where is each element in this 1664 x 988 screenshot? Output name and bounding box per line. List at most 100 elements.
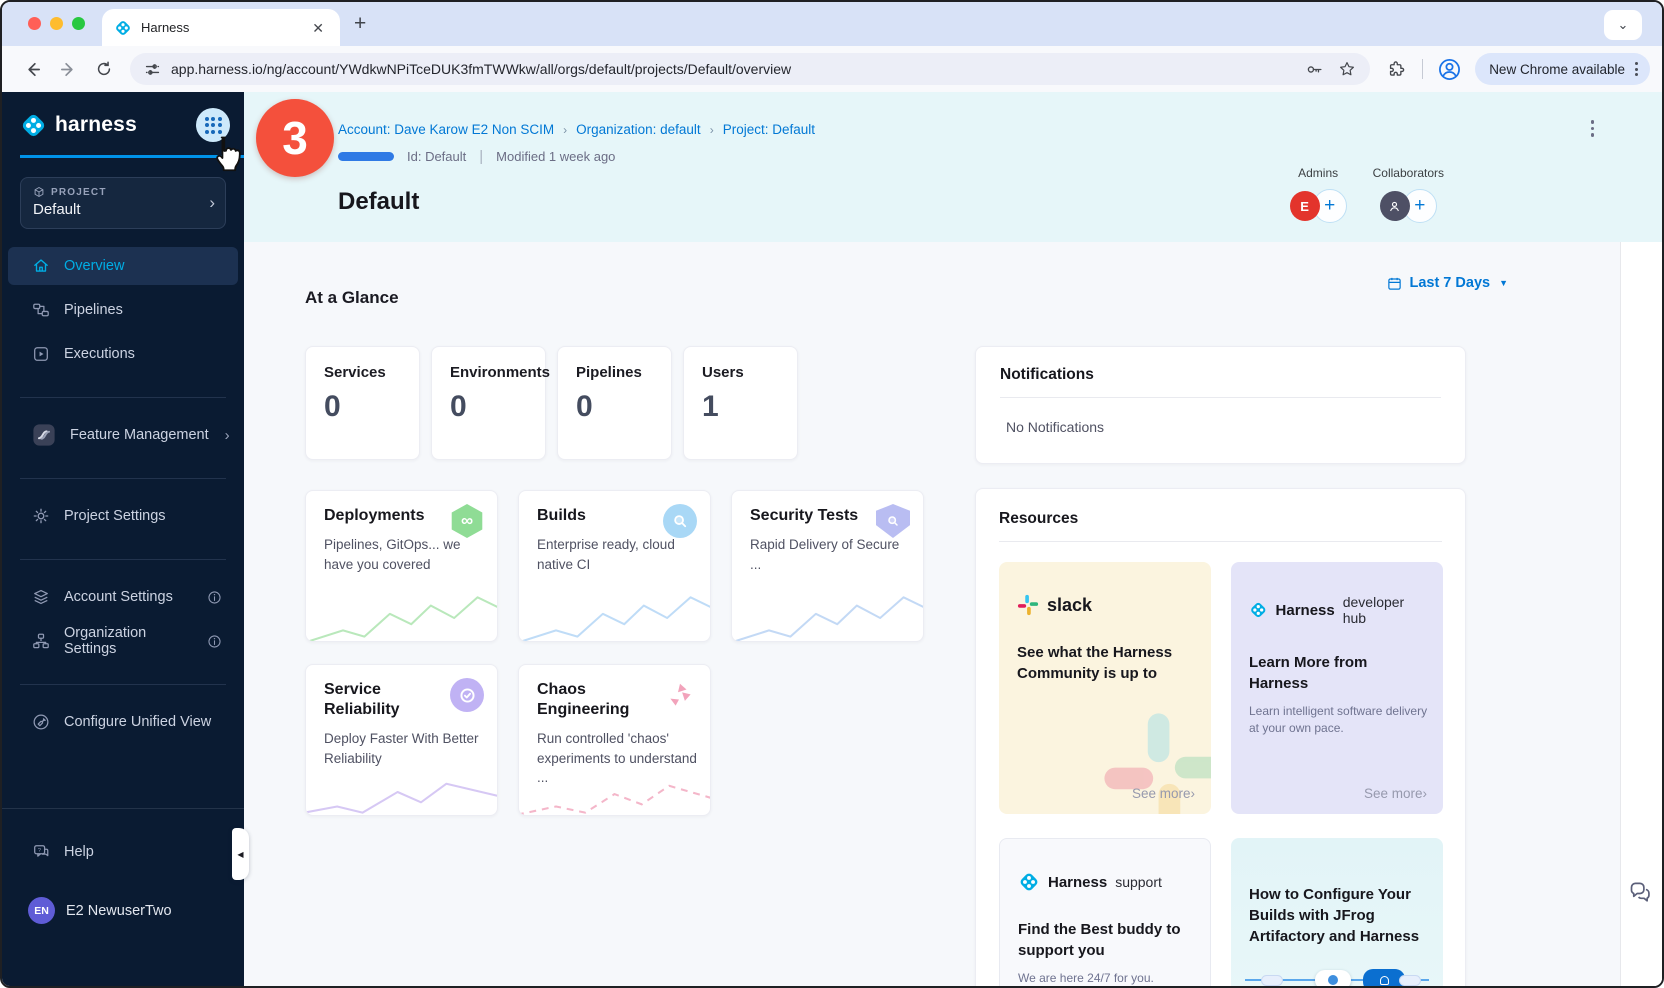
configure-wrench-icon: [32, 713, 50, 731]
breadcrumb-separator-icon: ›: [554, 123, 576, 137]
resource-card-jfrog-tutorial[interactable]: How to Configure Your Builds with JFrog …: [1231, 838, 1443, 986]
sidebar-user[interactable]: EN E2 NewuserTwo: [2, 897, 244, 924]
module-card-builds[interactable]: Builds Enterprise ready, cloud native CI: [518, 490, 711, 642]
module-card-deployments[interactable]: Deployments ∞ Pipelines, GitOps... we ha…: [305, 490, 498, 642]
close-window-button[interactable]: [28, 17, 41, 30]
brand-suffix: support: [1115, 874, 1162, 890]
new-tab-button[interactable]: +: [354, 12, 366, 36]
resource-card-developer-hub[interactable]: Harness developer hub Learn More from Ha…: [1231, 562, 1443, 814]
see-more-link[interactable]: See more›: [1364, 786, 1427, 801]
date-range-filter[interactable]: Last 7 Days ▼: [1387, 275, 1508, 291]
brand-name: Harness: [1048, 874, 1107, 891]
stat-label: Environments: [450, 364, 527, 381]
sidebar-item-configure-unified-view[interactable]: Configure Unified View: [2, 703, 244, 741]
chaos-engineering-icon: [663, 678, 697, 712]
chat-help-icon[interactable]: [1627, 880, 1654, 912]
sidebar-item-label: Configure Unified View: [64, 714, 211, 730]
divider: [999, 541, 1442, 542]
sidebar-item-project-settings[interactable]: Project Settings: [2, 497, 244, 535]
address-bar[interactable]: app.harness.io/ng/account/YWdkwNPiTceDUK…: [130, 53, 1370, 85]
resource-card-harness-support[interactable]: Harness support Find the Best buddy to s…: [999, 838, 1211, 986]
slack-logo-icon: [1017, 594, 1039, 616]
project-selector-label-row: PROJECT: [33, 186, 199, 198]
stat-card-users: Users 1: [683, 346, 798, 460]
breadcrumb-organization-link[interactable]: Organization: default: [576, 122, 701, 137]
chrome-menu-kebab-icon[interactable]: [1633, 60, 1640, 78]
trend-squiggle: [518, 587, 711, 642]
sidebar-item-feature-management[interactable]: Feature Management ›: [2, 416, 244, 454]
maximize-window-button[interactable]: [72, 17, 85, 30]
pipeline-diagram: [1245, 966, 1429, 986]
see-more-link[interactable]: See more›: [1132, 786, 1195, 801]
macos-traffic-lights: [28, 17, 85, 30]
sidebar-item-organization-settings[interactable]: Organization Settings: [2, 622, 244, 660]
trend-squiggle: [305, 587, 498, 642]
toolbar-right-cluster: New Chrome available: [1378, 51, 1650, 87]
breadcrumb-project-link[interactable]: Project: Default: [723, 122, 815, 137]
harness-favicon: [114, 19, 132, 37]
trend-squiggle: [731, 587, 924, 642]
calendar-icon: [1387, 276, 1402, 291]
browser-tab[interactable]: Harness ✕: [102, 9, 340, 46]
notifications-empty-text: No Notifications: [1000, 419, 1441, 435]
chevron-right-icon: ›: [225, 427, 230, 444]
date-range-label: Last 7 Days: [1409, 275, 1490, 291]
module-card-service-reliability[interactable]: Service Reliability Deploy Faster With B…: [305, 664, 498, 816]
info-icon[interactable]: [207, 590, 222, 605]
forward-button[interactable]: [50, 51, 86, 87]
extensions-puzzle-icon[interactable]: [1378, 51, 1414, 87]
sidebar-item-executions[interactable]: Executions: [8, 335, 238, 373]
sidebar-item-account-settings[interactable]: Account Settings: [2, 578, 244, 616]
resource-heading: Learn More from Harness: [1249, 652, 1399, 694]
project-people: Admins E + Collaborators +: [1290, 166, 1444, 223]
person-icon: [1387, 199, 1402, 214]
resource-card-slack[interactable]: slack See what the Harness Community is …: [999, 562, 1211, 814]
brand-suffix: developer hub: [1343, 594, 1425, 626]
sidebar-divider: [20, 478, 226, 479]
tab-search-chevron-icon[interactable]: ⌄: [1604, 10, 1642, 40]
tab-close-icon[interactable]: ✕: [308, 19, 328, 37]
collaborators-label: Collaborators: [1373, 166, 1444, 180]
service-reliability-icon: [450, 678, 484, 712]
admin-avatar[interactable]: E: [1290, 191, 1320, 221]
site-controls-icon[interactable]: [144, 61, 161, 78]
developer-hub-brand-row: Harness developer hub: [1249, 594, 1425, 626]
organization-settings-icon: [32, 632, 50, 650]
reload-button[interactable]: [86, 51, 122, 87]
module-title: Builds: [537, 506, 665, 526]
support-brand-row: Harness support: [1018, 871, 1192, 893]
header-kebab-menu-icon[interactable]: [1587, 116, 1599, 141]
minimize-window-button[interactable]: [50, 17, 63, 30]
cursor-pointer: [208, 133, 248, 178]
sidebar-item-overview[interactable]: Overview: [8, 247, 238, 285]
sidebar-item-pipelines[interactable]: Pipelines: [8, 291, 238, 329]
module-card-chaos-engineering[interactable]: Chaos Engineering Run controlled 'chaos'…: [518, 664, 711, 816]
stat-label: Pipelines: [576, 364, 653, 381]
new-chrome-available-button[interactable]: New Chrome available: [1475, 53, 1650, 85]
at-a-glance-title: At a Glance: [305, 288, 399, 308]
harness-logo-icon: [1018, 871, 1040, 893]
url-text[interactable]: app.harness.io/ng/account/YWdkwNPiTceDUK…: [171, 61, 1305, 77]
bookmark-star-icon[interactable]: [1338, 60, 1356, 78]
sidebar-item-help[interactable]: ? Help: [2, 833, 244, 871]
svg-text:?: ?: [38, 848, 42, 854]
module-title: Security Tests: [750, 506, 878, 526]
profile-avatar-icon[interactable]: [1431, 51, 1467, 87]
collaborator-avatar[interactable]: [1380, 191, 1410, 221]
module-card-security-tests[interactable]: Security Tests Rapid Delivery of Secure …: [731, 490, 924, 642]
home-icon: [32, 257, 50, 275]
password-key-icon[interactable]: [1305, 60, 1324, 79]
breadcrumb-account-link[interactable]: Account: Dave Karow E2 Non SCIM: [338, 122, 554, 137]
sidebar-item-label: Help: [64, 844, 94, 860]
cube-icon: [33, 186, 45, 198]
right-column: Notifications No Notifications Resources: [975, 346, 1466, 986]
back-button[interactable]: [14, 51, 50, 87]
sidebar-collapse-handle[interactable]: ◀: [232, 828, 249, 880]
sidebar-divider: [20, 684, 226, 685]
project-selector[interactable]: PROJECT Default ›: [20, 177, 226, 229]
gear-icon: [32, 507, 50, 525]
info-icon[interactable]: [207, 634, 222, 649]
sidebar-item-label: Overview: [64, 258, 124, 274]
sidebar-bottom-section: ? Help EN E2 NewuserTwo: [2, 808, 244, 986]
page-header: Account: Dave Karow E2 Non SCIM › Organi…: [244, 92, 1662, 242]
